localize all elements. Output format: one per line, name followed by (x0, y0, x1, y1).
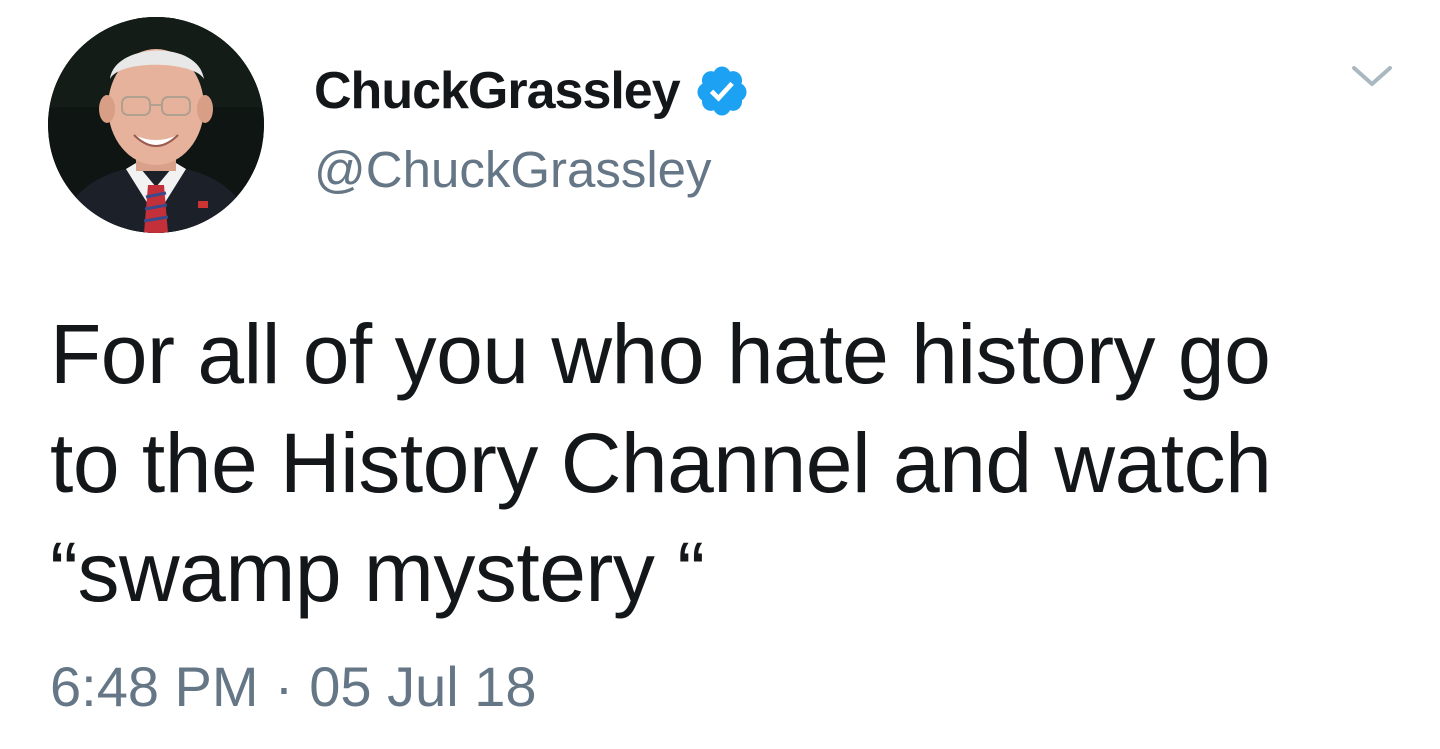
tweet-text: For all of you who hate history go to th… (50, 300, 1410, 627)
avatar[interactable] (48, 17, 264, 233)
tweet-text-line: “swamp mystery “ (50, 525, 705, 619)
verified-badge-icon (697, 66, 747, 116)
tweet-time: 6:48 PM (50, 655, 259, 718)
name-row: ChuckGrassley (314, 56, 750, 126)
display-name[interactable]: ChuckGrassley (314, 61, 681, 121)
chevron-down-icon[interactable] (1348, 58, 1396, 94)
tweet-text-line: to the History Channel and watch (50, 416, 1272, 510)
timestamp-separator: · (274, 655, 294, 718)
tweet-timestamp[interactable]: 6:48 PM · 05 Jul 18 (50, 654, 537, 719)
tweet-date: 05 Jul 18 (309, 655, 537, 718)
user-handle[interactable]: @ChuckGrassley (314, 140, 712, 199)
tweet-text-line: For all of you who hate history go (50, 307, 1271, 401)
profile-photo-icon (48, 17, 264, 233)
tweet-card: ChuckGrassley @ChuckGrassley For all of … (0, 0, 1440, 749)
